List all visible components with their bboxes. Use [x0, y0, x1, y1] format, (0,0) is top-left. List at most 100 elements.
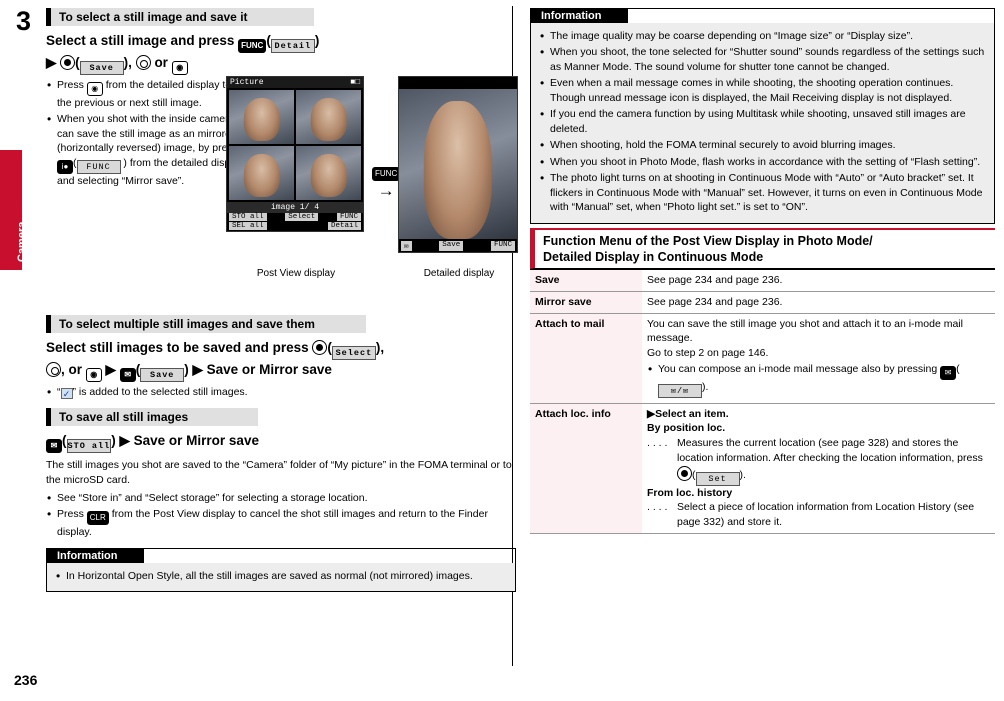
- thumbnail-grid: [227, 88, 363, 202]
- page-number: 236: [14, 672, 38, 688]
- or-text: or: [154, 55, 168, 70]
- func-softkey-label: FUNC: [76, 159, 121, 174]
- loc-select-item-text: Select an item.: [655, 407, 729, 420]
- save-location-paragraph: The still images you shot are saved to t…: [46, 458, 512, 486]
- func-key-icon-2: i●: [57, 159, 73, 174]
- loc-item-1-tail: ).: [739, 468, 746, 481]
- mail-icon[interactable]: ✉: [401, 241, 412, 252]
- manual-page: Camera 236 3 To select a still image and…: [0, 0, 1004, 701]
- info-item-right-4: If you end the camera function by using …: [539, 106, 986, 136]
- arrow-icon: ▶: [46, 55, 57, 70]
- information-title-right: Information: [531, 9, 628, 23]
- center-key-icon: [60, 55, 76, 70]
- info-item-right-1: The image quality may be coarse dependin…: [539, 28, 986, 45]
- table-row: Save See page 234 and page 236.: [530, 269, 995, 292]
- function-menu-title-2: Detailed Display in Continuous Mode: [543, 250, 764, 265]
- function-menu-header: Function Menu of the Post View Display i…: [530, 227, 995, 270]
- loc-item-1: . . . . Measures the current location (s…: [647, 436, 990, 486]
- set-softkey-label: Set: [695, 471, 740, 486]
- caption-detailed: Detailed display: [423, 268, 495, 280]
- attach-mail-bullet: You can compose an i-mode mail message a…: [647, 361, 990, 398]
- information-box-left: Information In Horizontal Open Style, al…: [46, 547, 516, 593]
- arrow-key-icon: ◉: [86, 82, 103, 96]
- loc-select-item: ▶Select an item.: [647, 407, 990, 422]
- attach-mail-bullet-text: You can compose an i-mode mail message a…: [658, 362, 938, 375]
- softkey-select[interactable]: Select: [285, 213, 319, 222]
- softkey-store-all[interactable]: STO all: [229, 213, 267, 222]
- table-row: Attach to mail You can save the still im…: [530, 313, 995, 404]
- bullet-clr-b: from the Post View display to cancel the…: [57, 508, 488, 539]
- s3-paren: ): [111, 432, 116, 448]
- left-column: To select a still image and save it Sele…: [46, 8, 518, 593]
- thumbnail-2[interactable]: [296, 90, 361, 145]
- row-value-save: See page 234 and page 236.: [642, 269, 995, 292]
- s3-tail: Save or Mirror save: [133, 432, 259, 448]
- softkey-select-all[interactable]: SEL all: [229, 222, 267, 231]
- thumbnail-3[interactable]: [229, 146, 294, 201]
- arrow-icon-4: ▶: [119, 432, 130, 448]
- thumbnail-4[interactable]: [296, 146, 361, 201]
- info-item-right-3: Even when a mail message comes in while …: [539, 75, 986, 105]
- save-softkey-label: Save: [79, 61, 124, 75]
- center-key-icon-3: [677, 465, 692, 481]
- right-column: Information The image quality may be coa…: [530, 8, 995, 534]
- loc-item-2-text: Select a piece of location information f…: [677, 501, 975, 528]
- row-value-attach-loc-info: ▶Select an item. By position loc. . . . …: [642, 403, 995, 534]
- section2-bullets: “✓” is added to the selected still image…: [46, 384, 516, 401]
- loc-item-1-dots: . . . .: [647, 437, 668, 450]
- step-number: 3: [16, 6, 32, 36]
- chapter-tab: Camera: [0, 150, 28, 270]
- instruction-text-1: Select a still image and press: [46, 33, 235, 48]
- post-view-status: image 1/ 4: [227, 202, 363, 214]
- camera-key-icon: ◉: [171, 61, 188, 75]
- checkmark-icon: ✓: [60, 388, 73, 400]
- section-header-select-multiple: To select multiple still images and save…: [46, 315, 366, 334]
- loc-item-1-body: Measures the current location (see page …: [677, 437, 983, 464]
- table-row: Attach loc. info ▶Select an item. By pos…: [530, 403, 995, 534]
- caption-post-view: Post View display: [256, 268, 336, 280]
- post-view-softkeys-row2: SEL all Detail: [227, 222, 363, 231]
- loc-item-1-text: Measures the current location (see page …: [677, 437, 983, 486]
- info-item-right-6: When you shoot in Photo Mode, flash work…: [539, 154, 986, 171]
- info-item-right-7: The photo light turns on at shooting in …: [539, 170, 986, 214]
- illustration-group: Picture ■□ image 1/ 4 STO all Select FUN…: [46, 76, 518, 409]
- loc-item-2: . . . . Select a piece of location infor…: [647, 500, 990, 529]
- multi-key-icon: [135, 55, 151, 70]
- post-view-screenshot: Picture ■□ image 1/ 4 STO all Select FUN…: [226, 76, 364, 233]
- information-body-left: In Horizontal Open Style, all the still …: [47, 562, 515, 592]
- softkey-func-detail[interactable]: FUNC: [490, 241, 515, 252]
- detail-titlebar: Icon ■□: [399, 77, 517, 89]
- instruction-select-still-image: Select a still image and press FUNC(Deta…: [46, 33, 320, 75]
- information-title-left: Information: [47, 548, 144, 563]
- post-view-icons: ■□: [350, 78, 360, 88]
- function-menu-table: Save See page 234 and page 236. Mirror s…: [530, 269, 995, 534]
- transition-arrow-group: FUNC →: [372, 164, 401, 201]
- thumbnail-1[interactable]: [229, 90, 294, 145]
- information-box-right: Information The image quality may be coa…: [530, 8, 995, 224]
- bullet-press-clr: Press CLR from the Post View display to …: [46, 506, 516, 539]
- post-view-softkeys-row1: STO all Select FUNC: [227, 213, 363, 222]
- mail-key-icon-3: ✉: [940, 365, 957, 380]
- section3-bullets: See “Store in” and “Select storage” for …: [46, 490, 516, 540]
- loc-by-position: By position loc.: [647, 422, 726, 435]
- softkey-save[interactable]: Save: [439, 241, 464, 252]
- function-menu-title-1: Function Menu of the Post View Display i…: [543, 233, 873, 248]
- row-value-attach-to-mail: You can save the still image you shot an…: [642, 313, 995, 404]
- softkey-func[interactable]: FUNC: [336, 213, 361, 222]
- row-key-attach-loc-info: Attach loc. info: [530, 403, 642, 534]
- softkey-spacer: [295, 222, 300, 230]
- loc-from-history: From loc. history: [647, 486, 733, 499]
- row-key-attach-to-mail: Attach to mail: [530, 313, 642, 404]
- bullet-store-in: See “Store in” and “Select storage” for …: [46, 490, 516, 507]
- loc-item-2-dots: . . . .: [647, 501, 668, 514]
- table-row: Mirror save See page 234 and page 236.: [530, 291, 995, 314]
- instruction-save-all: ✉ (STO all) ▶ Save or Mirror save: [46, 431, 516, 453]
- bullet-checkmark-added: “✓” is added to the selected still image…: [46, 384, 516, 401]
- softkey-detail[interactable]: Detail: [327, 222, 361, 231]
- section-header-select-save: To select a still image and save it: [46, 8, 314, 26]
- func-key-icon: FUNC: [238, 39, 267, 53]
- chapter-tab-label: Camera: [16, 221, 28, 262]
- clr-key-icon: CLR: [86, 511, 109, 526]
- arrow-icon-5: ▶: [647, 407, 656, 420]
- attach-mail-line1: You can save the still image you shot an…: [647, 317, 963, 345]
